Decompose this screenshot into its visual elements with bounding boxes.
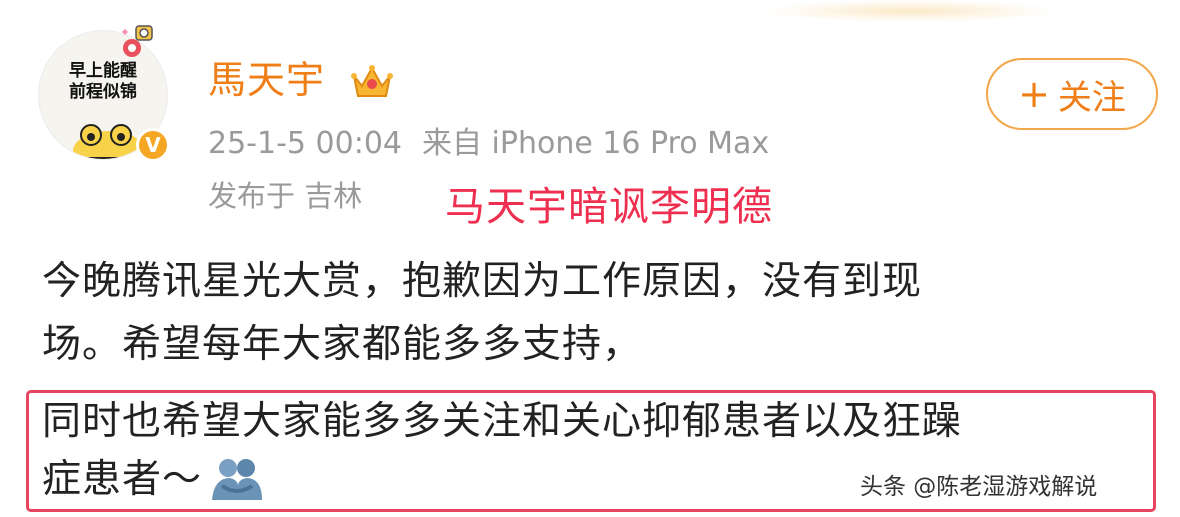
verified-badge-icon: V (136, 128, 170, 162)
avatar-caption: 早上能醒 前程似锦 (51, 61, 155, 103)
top-glow-decoration (760, 0, 1060, 22)
post-line-text: 症患者～ (42, 457, 203, 502)
hug-icon (212, 459, 263, 500)
post-line: 今晚腾讯星光大赏，抱歉因为工作原因，没有到现 (42, 259, 923, 304)
avatar[interactable]: 早上能醒 前程似锦 V (38, 25, 173, 165)
post-line: 场。希望每年大家都能多多支持， (42, 322, 643, 367)
camera-sticker-icon (122, 25, 153, 57)
post-location: 发布于 吉林 (208, 179, 363, 213)
avatar-caption-line1: 早上能醒 (69, 61, 137, 81)
crown-icon (351, 65, 393, 97)
post-body: 今晚腾讯星光大赏，抱歉因为工作原因，没有到现 场。希望每年大家都能多多支持， (42, 250, 1142, 376)
post-time: 25-1-5 00:04 (208, 126, 402, 161)
post-meta: 25-1-5 00:04 来自 iPhone 16 Pro Max (208, 124, 769, 164)
annotation-caption: 马天宇暗讽李明德 (445, 184, 773, 230)
username[interactable]: 馬天宇 (208, 56, 325, 104)
plus-icon: + (1018, 72, 1050, 116)
post-source[interactable]: 来自 iPhone 16 Pro Max (422, 126, 769, 161)
avatar-caption-line2: 前程似锦 (69, 82, 137, 102)
post-line: 同时也希望大家能多多关注和关心抑郁患者以及狂躁 (42, 399, 963, 444)
follow-button[interactable]: + 关注 (986, 58, 1158, 130)
follow-button-label: 关注 (1057, 77, 1126, 118)
watermark: 头条 @陈老湿游戏解说 (860, 470, 1098, 504)
